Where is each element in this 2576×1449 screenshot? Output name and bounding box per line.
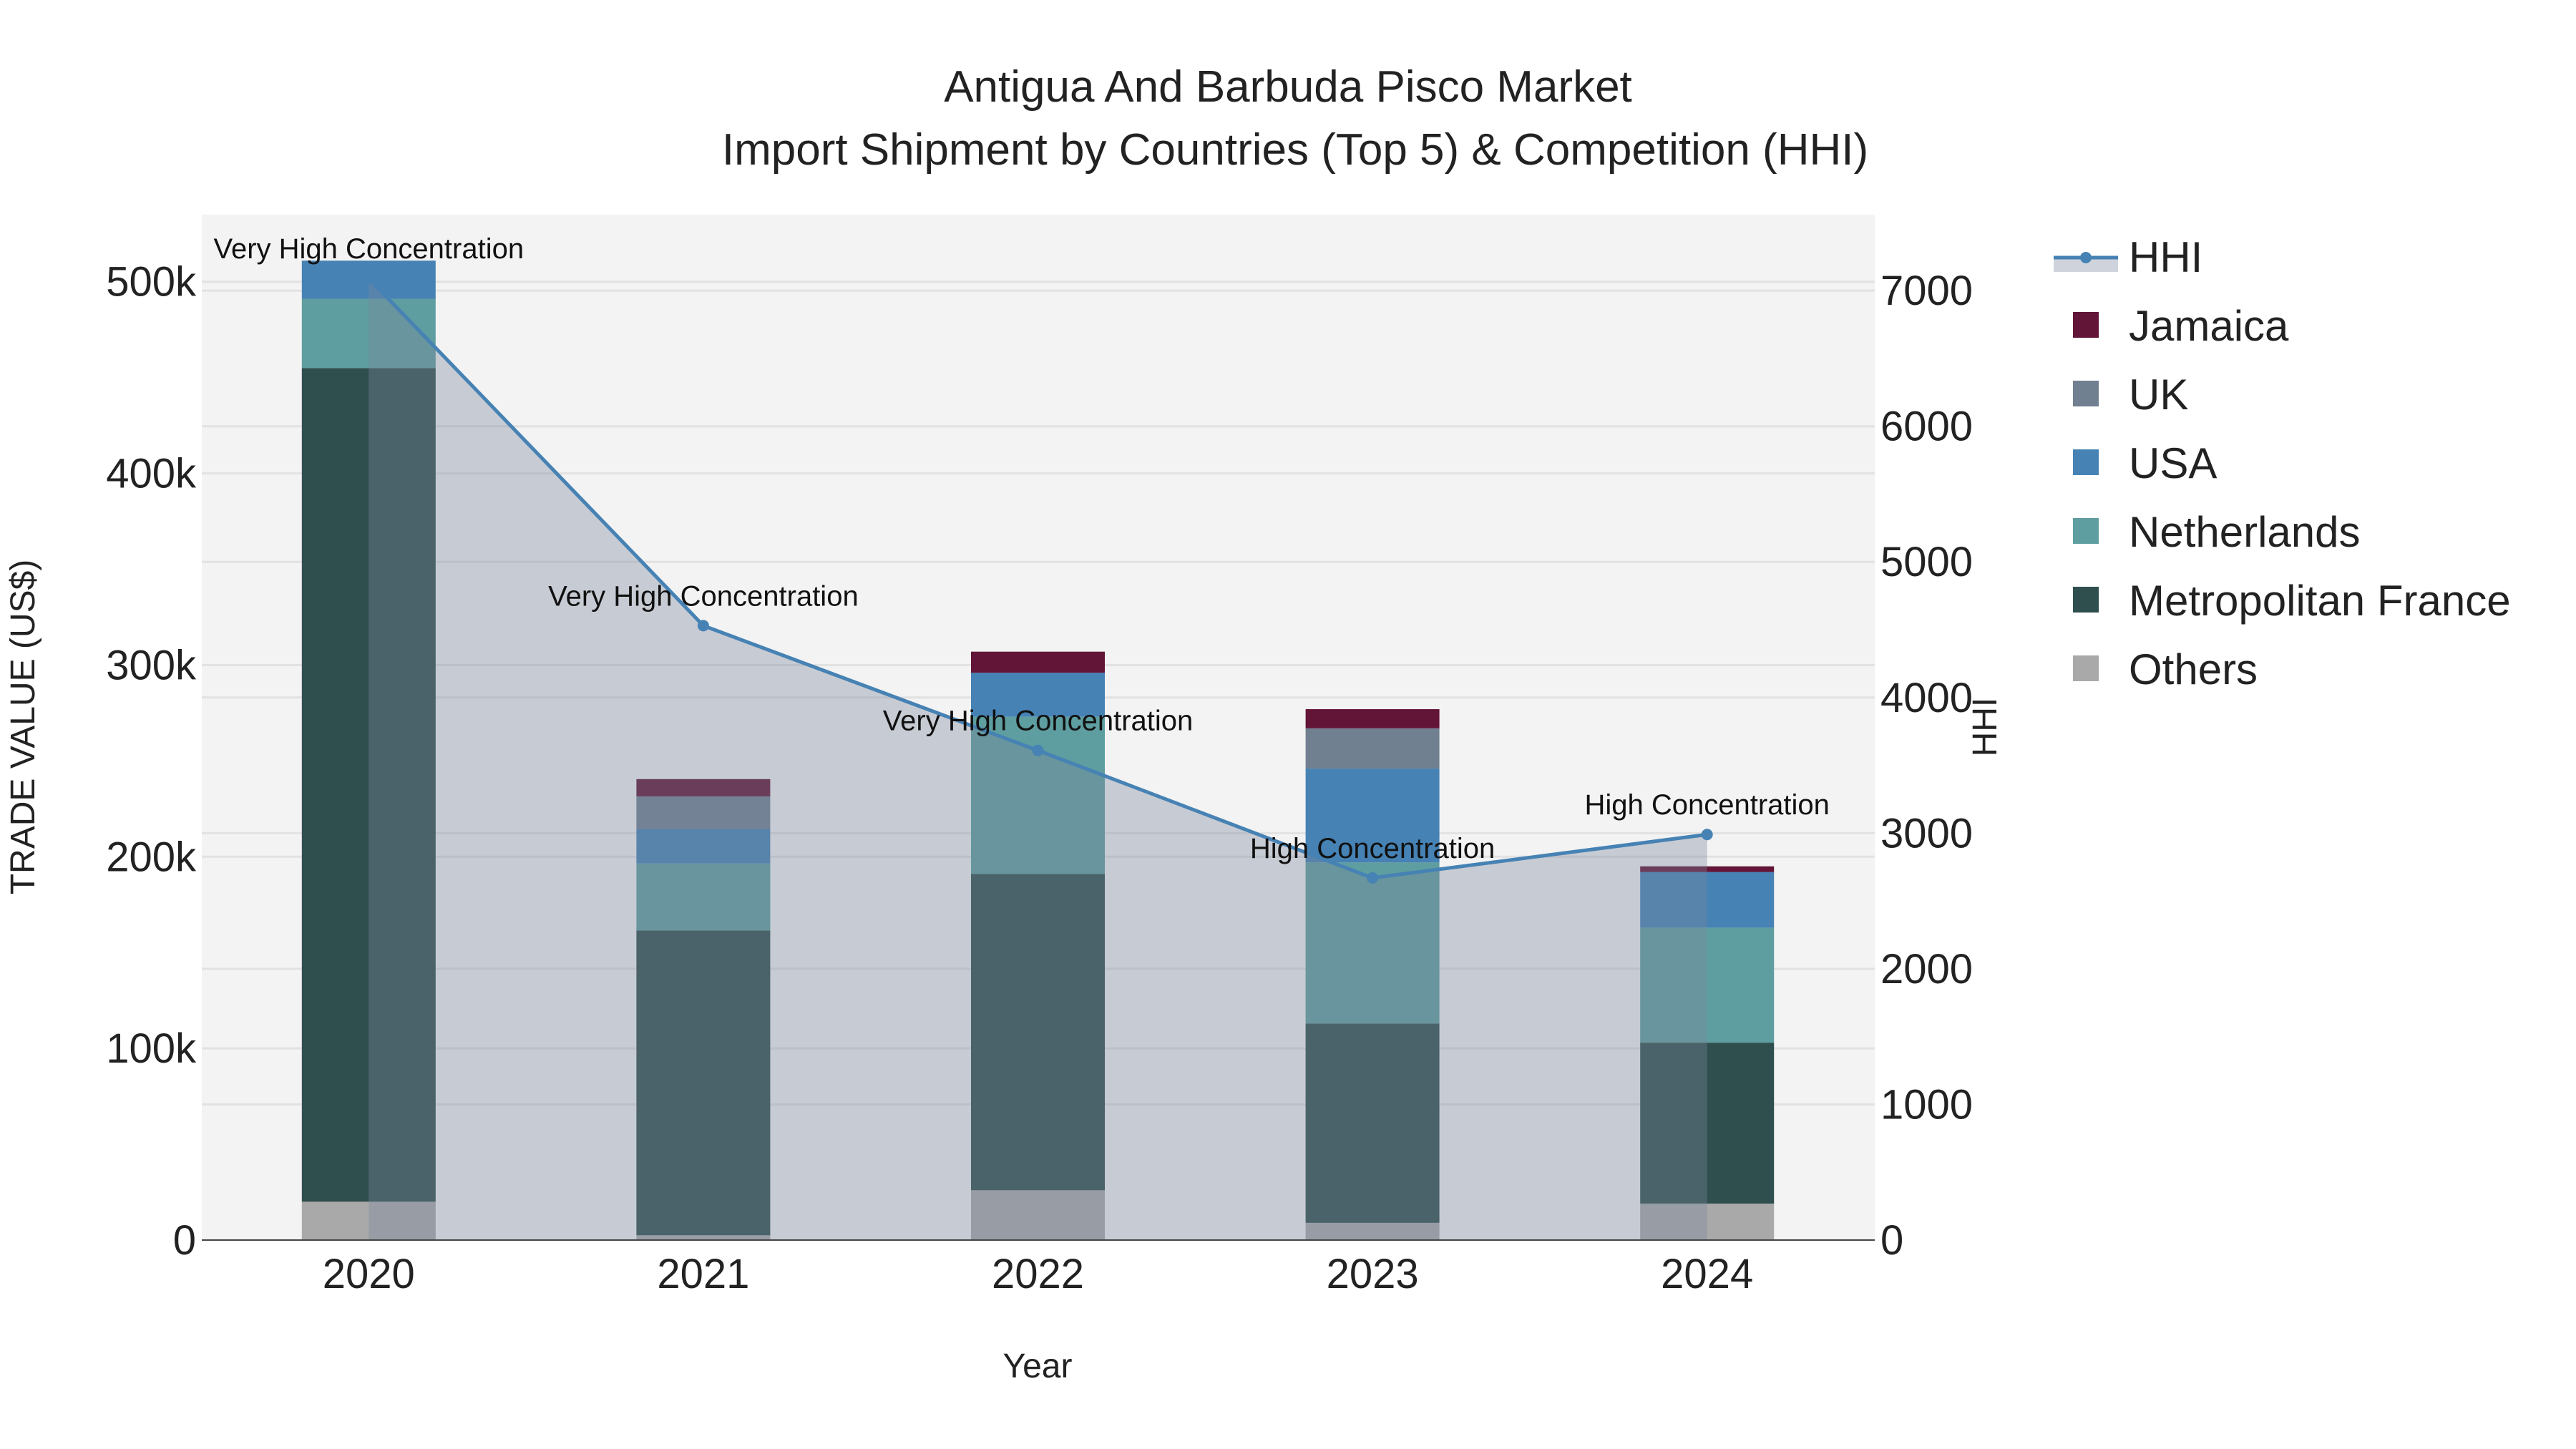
legend-label: Metropolitan France <box>2129 577 2511 625</box>
legend-item-hhi[interactable]: HHI <box>2054 233 2202 281</box>
y2-tick-label: 2000 <box>1880 946 1973 992</box>
legend-label: UK <box>2129 371 2188 419</box>
y2-tick-label: 1000 <box>1880 1081 1973 1128</box>
legend-label: Others <box>2129 645 2258 693</box>
legend-swatch <box>2073 449 2099 475</box>
hhi-point-2024 <box>1701 829 1713 841</box>
y-tick-label: 100k <box>106 1025 197 1072</box>
legend-label: Netherlands <box>2129 508 2361 556</box>
x-tick-label: 2020 <box>323 1251 415 1297</box>
legend-swatch <box>2073 312 2099 338</box>
y-tick-label: 200k <box>106 834 197 880</box>
y-tick-label: 0 <box>173 1217 196 1264</box>
legend-swatch <box>2073 381 2099 406</box>
legend-item-uk[interactable]: UK <box>2073 371 2188 419</box>
legend-item-others[interactable]: Others <box>2073 645 2258 693</box>
hhi-point-2023 <box>1367 872 1379 884</box>
legend-swatch <box>2073 518 2099 544</box>
legend-item-metropolitan-france[interactable]: Metropolitan France <box>2073 577 2511 625</box>
legend-swatch-marker <box>2080 252 2092 263</box>
chart-title: Antigua And Barbuda Pisco Market <box>944 62 1632 112</box>
hhi-point-2022 <box>1032 744 1044 756</box>
x-tick-label: 2023 <box>1327 1251 1419 1297</box>
hhi-annotation: High Concentration <box>1250 833 1495 864</box>
hhi-annotation: Very High Concentration <box>548 580 859 612</box>
legend-swatch <box>2073 587 2099 613</box>
x-tick-label: 2024 <box>1661 1251 1753 1297</box>
bar-uk-2023 <box>1305 728 1440 769</box>
chart-subtitle: Import Shipment by Countries (Top 5) & C… <box>722 125 1868 175</box>
hhi-annotation: Very High Concentration <box>883 706 1194 737</box>
hhi-annotation: Very High Concentration <box>214 233 525 265</box>
x-tick-label: 2022 <box>992 1251 1084 1297</box>
chart: Very High Concentration Very High Concent… <box>4 62 2511 1385</box>
y2-tick-label: 6000 <box>1880 404 1973 450</box>
y-tick-label: 400k <box>106 451 197 497</box>
y-tick-label: 500k <box>106 259 197 306</box>
x-axis-title: Year <box>1003 1347 1073 1385</box>
legend-swatch <box>2073 655 2099 681</box>
y-tick-label: 300k <box>106 642 197 688</box>
y2-axis-title: HHI <box>1966 698 2004 757</box>
y2-tick-label: 7000 <box>1880 268 1973 314</box>
legend-label: Jamaica <box>2129 302 2289 350</box>
legend-item-netherlands[interactable]: Netherlands <box>2073 508 2361 556</box>
y2-tick-label: 4000 <box>1880 675 1973 721</box>
bar-jamaica-2023 <box>1305 709 1440 728</box>
y2-tick-label: 0 <box>1880 1217 1903 1264</box>
legend-item-usa[interactable]: USA <box>2073 439 2217 487</box>
y-axis-title: TRADE VALUE (US$) <box>4 560 42 895</box>
hhi-point-2021 <box>697 620 709 632</box>
x-tick-label: 2021 <box>657 1251 749 1297</box>
legend-label: HHI <box>2129 233 2202 281</box>
bar-jamaica-2022 <box>971 651 1105 673</box>
hhi-point-2020 <box>363 273 375 285</box>
y2-tick-label: 3000 <box>1880 810 1973 857</box>
legend-label: USA <box>2129 439 2217 487</box>
legend-item-jamaica[interactable]: Jamaica <box>2073 302 2289 350</box>
hhi-annotation: High Concentration <box>1584 789 1829 821</box>
y2-tick-label: 5000 <box>1880 539 1973 585</box>
